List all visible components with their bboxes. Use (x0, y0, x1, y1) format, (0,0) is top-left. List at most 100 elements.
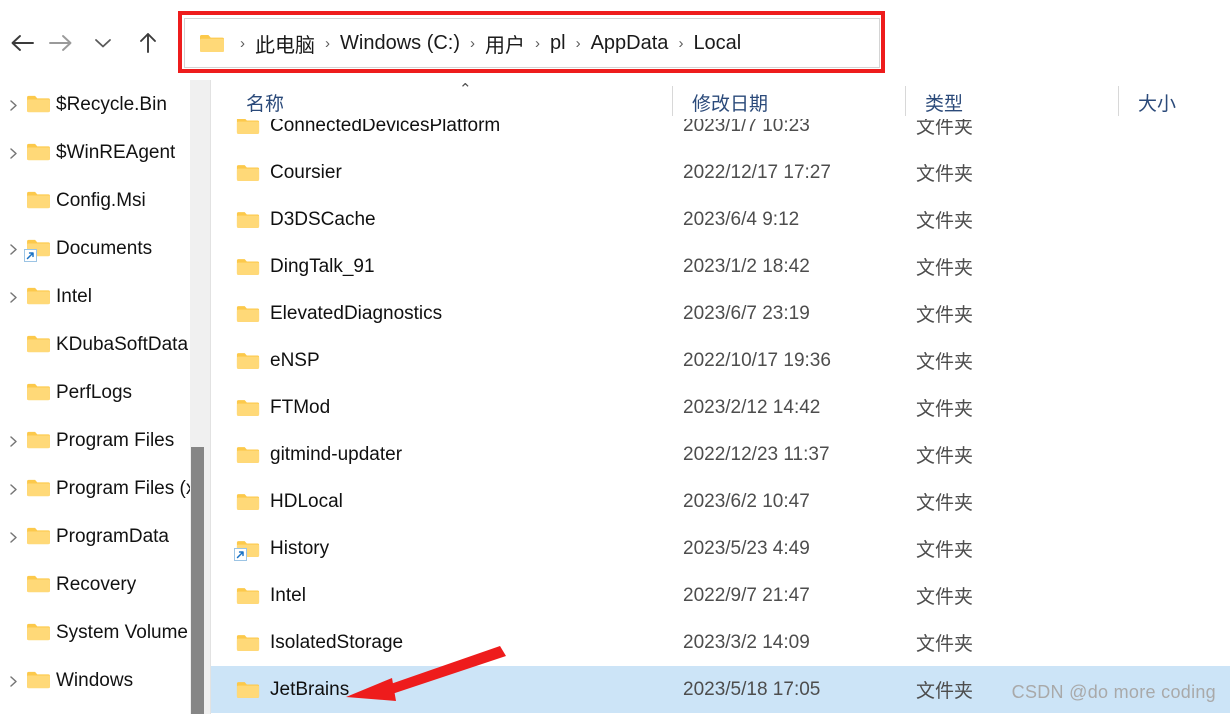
folder-icon (26, 286, 52, 308)
folder-icon (26, 382, 52, 404)
tree-item[interactable]: KDubaSoftData (0, 328, 190, 362)
file-name-cell[interactable]: eNSP (236, 350, 320, 372)
file-date-cell: 2023/3/2 14:09 (683, 631, 810, 653)
tree-item[interactable]: $Recycle.Bin (0, 88, 190, 122)
column-header-date[interactable]: 修改日期 (692, 82, 768, 119)
folder-icon (26, 142, 52, 164)
tree-item[interactable]: Documents (0, 232, 190, 266)
up-icon[interactable] (131, 26, 165, 60)
file-name-cell[interactable]: Intel (236, 585, 306, 607)
file-row[interactable]: Coursier 2022/12/17 17:27 文件夹 (211, 149, 1230, 196)
tree-scrollbar-thumb[interactable] (191, 447, 204, 714)
file-explorer-window: › 此电脑 › Windows (C:) › 用户 › pl › AppData… (0, 0, 1230, 714)
tree-item-label: Windows (56, 670, 134, 691)
file-row[interactable]: eNSP 2022/10/17 19:36 文件夹 (211, 337, 1230, 384)
chevron-right-icon[interactable] (0, 243, 26, 256)
file-name-cell[interactable]: JetBrains (236, 679, 349, 701)
file-name-cell[interactable]: Coursier (236, 162, 342, 184)
chevron-right-icon[interactable] (0, 483, 26, 496)
file-type-cell: 文件夹 (916, 446, 974, 467)
column-header-type[interactable]: 类型 (925, 82, 963, 119)
chevron-right-icon[interactable] (0, 531, 26, 544)
tree-item-label: Documents (56, 238, 153, 259)
file-name-cell[interactable]: IsolatedStorage (236, 632, 403, 654)
tree-item[interactable]: Intel (0, 280, 190, 314)
file-date-cell: 2023/2/12 14:42 (683, 396, 821, 418)
file-row[interactable]: Intel 2022/9/7 21:47 文件夹 (211, 572, 1230, 619)
column-header-name[interactable]: 名称 (246, 82, 284, 119)
breadcrumb-item-5[interactable]: Local (690, 30, 744, 57)
breadcrumb-item-3[interactable]: pl (547, 30, 569, 57)
folder-icon (236, 445, 260, 465)
column-divider[interactable] (1118, 86, 1119, 116)
column-divider[interactable] (905, 86, 906, 116)
tree-item[interactable]: System Volume Information (0, 616, 190, 650)
folder-icon (26, 190, 52, 212)
file-type-cell: 文件夹 (916, 164, 974, 185)
tree-item[interactable]: Program Files (x86) (0, 472, 190, 506)
chevron-down-icon[interactable] (86, 26, 120, 60)
tree-item-label: PerfLogs (56, 382, 133, 403)
file-name-cell[interactable]: ConnectedDevicesPlatform (236, 119, 500, 137)
file-date-cell: 2023/6/2 10:47 (683, 490, 810, 512)
chevron-right-icon[interactable] (0, 99, 26, 112)
breadcrumb-item-2[interactable]: 用户 (482, 27, 528, 60)
file-name-label: eNSP (270, 349, 320, 371)
file-name-cell[interactable]: gitmind-updater (236, 444, 402, 466)
tree-item[interactable]: Program Files (0, 424, 190, 458)
tree-item[interactable]: Recovery (0, 568, 190, 602)
file-name-cell[interactable]: DingTalk_91 (236, 256, 375, 278)
file-name-label: Intel (270, 584, 306, 606)
file-date-cell: 2022/12/17 17:27 (683, 161, 831, 183)
breadcrumb-separator: › (325, 34, 330, 52)
file-row[interactable]: D3DSCache 2023/6/4 9:12 文件夹 (211, 196, 1230, 243)
file-name-label: D3DSCache (270, 208, 376, 230)
file-name-label: DingTalk_91 (270, 255, 375, 277)
tree-item-label: Config.Msi (56, 190, 146, 211)
file-row[interactable]: HDLocal 2023/6/2 10:47 文件夹 (211, 478, 1230, 525)
file-name-cell[interactable]: History (234, 538, 329, 561)
file-row[interactable]: ConnectedDevicesPlatform 2023/1/7 10:23 文件… (211, 119, 1230, 149)
breadcrumb-item-4[interactable]: AppData (588, 30, 672, 57)
folder-icon (236, 304, 260, 324)
chevron-right-icon[interactable] (0, 435, 26, 448)
file-row[interactable]: IsolatedStorage 2023/3/2 14:09 文件夹 (211, 619, 1230, 666)
column-divider[interactable] (672, 86, 673, 116)
file-name-cell[interactable]: D3DSCache (236, 209, 376, 231)
file-row[interactable]: gitmind-updater 2022/12/23 11:37 文件夹 (211, 431, 1230, 478)
back-icon[interactable] (5, 26, 39, 60)
file-name-label: Coursier (270, 161, 342, 183)
chevron-right-icon[interactable] (0, 291, 26, 304)
tree-item[interactable]: $WinREAgent (0, 136, 190, 170)
breadcrumb-item-1[interactable]: Windows (C:) (337, 30, 463, 57)
tree-item[interactable]: Windows (0, 664, 190, 698)
file-name-label: HDLocal (270, 490, 343, 512)
chevron-right-icon[interactable] (0, 675, 26, 688)
forward-icon[interactable] (44, 26, 78, 60)
file-list: ConnectedDevicesPlatform 2023/1/7 10:23 文件… (211, 119, 1230, 714)
file-name-cell[interactable]: FTMod (236, 397, 330, 419)
tree-item[interactable]: Config.Msi (0, 184, 190, 218)
breadcrumb-separator: › (678, 34, 684, 52)
file-row[interactable]: ElevatedDiagnostics 2023/6/7 23:19 文件夹 (211, 290, 1230, 337)
column-header-size[interactable]: 大小 (1138, 82, 1176, 119)
tree-item[interactable]: PerfLogs (0, 376, 190, 410)
file-type-cell: 文件夹 (916, 681, 974, 702)
address-bar[interactable]: › 此电脑 › Windows (C:) › 用户 › pl › AppData… (184, 18, 880, 68)
file-type-cell: 文件夹 (916, 493, 974, 514)
folder-icon (26, 574, 52, 596)
file-row[interactable]: DingTalk_91 2023/1/2 18:42 文件夹 (211, 243, 1230, 290)
file-row[interactable]: History 2023/5/23 4:49 文件夹 (211, 525, 1230, 572)
folder-icon (236, 492, 260, 512)
file-row[interactable]: FTMod 2023/2/12 14:42 文件夹 (211, 384, 1230, 431)
chevron-right-icon[interactable] (0, 147, 26, 160)
breadcrumb-item-0[interactable]: 此电脑 (252, 27, 318, 60)
file-date-cell: 2022/9/7 21:47 (683, 584, 810, 606)
tree-item[interactable]: ProgramData (0, 520, 190, 554)
tree-item-label: $WinREAgent (56, 142, 176, 163)
file-date-cell: 2023/1/7 10:23 (683, 119, 810, 136)
file-name-cell[interactable]: HDLocal (236, 491, 343, 513)
file-name-cell[interactable]: ElevatedDiagnostics (236, 303, 442, 325)
folder-icon (236, 119, 260, 136)
breadcrumb-separator: › (470, 34, 476, 52)
